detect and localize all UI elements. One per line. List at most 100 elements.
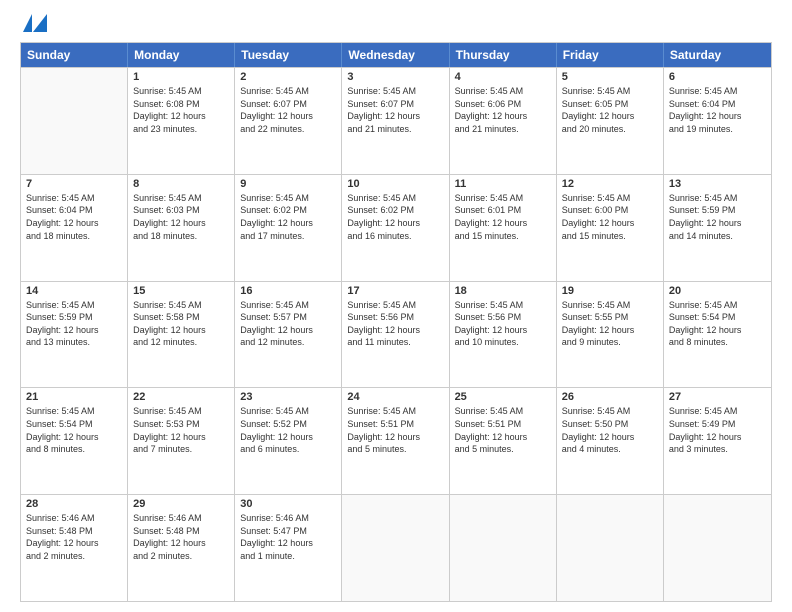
calendar-cell: 16 Sunrise: 5:45 AM Sunset: 5:57 PM Dayli… [235,282,342,388]
calendar-cell: 4 Sunrise: 5:45 AM Sunset: 6:06 PM Daylig… [450,68,557,174]
day-number: 29 [133,498,229,510]
day-info: Sunrise: 5:45 AM Sunset: 5:49 PM Dayligh… [669,405,766,455]
day-number: 14 [26,285,122,297]
calendar-cell: 20 Sunrise: 5:45 AM Sunset: 5:54 PM Dayli… [664,282,771,388]
day-number: 17 [347,285,443,297]
calendar-cell: 28 Sunrise: 5:46 AM Sunset: 5:48 PM Dayli… [21,495,128,601]
calendar: SundayMondayTuesdayWednesdayThursdayFrid… [20,42,772,602]
calendar-cell: 7 Sunrise: 5:45 AM Sunset: 6:04 PM Daylig… [21,175,128,281]
day-info: Sunrise: 5:45 AM Sunset: 5:54 PM Dayligh… [669,299,766,349]
calendar-row: 28 Sunrise: 5:46 AM Sunset: 5:48 PM Dayli… [21,494,771,601]
day-number: 3 [347,71,443,83]
day-info: Sunrise: 5:45 AM Sunset: 5:55 PM Dayligh… [562,299,658,349]
weekday-header: Sunday [21,43,128,67]
day-info: Sunrise: 5:45 AM Sunset: 6:06 PM Dayligh… [455,85,551,135]
day-info: Sunrise: 5:45 AM Sunset: 5:50 PM Dayligh… [562,405,658,455]
day-number: 19 [562,285,658,297]
day-number: 22 [133,391,229,403]
day-number: 15 [133,285,229,297]
logo-sail2-icon [33,14,47,32]
day-info: Sunrise: 5:45 AM Sunset: 5:59 PM Dayligh… [26,299,122,349]
calendar-cell: 25 Sunrise: 5:45 AM Sunset: 5:51 PM Dayli… [450,388,557,494]
calendar-cell [664,495,771,601]
calendar-cell: 19 Sunrise: 5:45 AM Sunset: 5:55 PM Dayli… [557,282,664,388]
calendar-body: 1 Sunrise: 5:45 AM Sunset: 6:08 PM Daylig… [21,67,771,601]
day-info: Sunrise: 5:45 AM Sunset: 6:02 PM Dayligh… [347,192,443,242]
day-number: 16 [240,285,336,297]
calendar-cell: 17 Sunrise: 5:45 AM Sunset: 5:56 PM Dayli… [342,282,449,388]
calendar-cell [557,495,664,601]
day-info: Sunrise: 5:45 AM Sunset: 5:52 PM Dayligh… [240,405,336,455]
day-number: 2 [240,71,336,83]
day-number: 12 [562,178,658,190]
day-number: 10 [347,178,443,190]
day-number: 21 [26,391,122,403]
calendar-cell: 14 Sunrise: 5:45 AM Sunset: 5:59 PM Dayli… [21,282,128,388]
day-info: Sunrise: 5:45 AM Sunset: 5:53 PM Dayligh… [133,405,229,455]
calendar-cell: 1 Sunrise: 5:45 AM Sunset: 6:08 PM Daylig… [128,68,235,174]
day-info: Sunrise: 5:45 AM Sunset: 6:05 PM Dayligh… [562,85,658,135]
day-number: 4 [455,71,551,83]
day-info: Sunrise: 5:45 AM Sunset: 6:03 PM Dayligh… [133,192,229,242]
weekday-header: Friday [557,43,664,67]
day-info: Sunrise: 5:45 AM Sunset: 6:04 PM Dayligh… [669,85,766,135]
day-info: Sunrise: 5:45 AM Sunset: 6:02 PM Dayligh… [240,192,336,242]
day-number: 1 [133,71,229,83]
day-info: Sunrise: 5:45 AM Sunset: 6:04 PM Dayligh… [26,192,122,242]
calendar-cell: 2 Sunrise: 5:45 AM Sunset: 6:07 PM Daylig… [235,68,342,174]
day-info: Sunrise: 5:45 AM Sunset: 5:51 PM Dayligh… [347,405,443,455]
calendar-cell: 10 Sunrise: 5:45 AM Sunset: 6:02 PM Dayli… [342,175,449,281]
calendar-cell: 29 Sunrise: 5:46 AM Sunset: 5:48 PM Dayli… [128,495,235,601]
day-info: Sunrise: 5:46 AM Sunset: 5:48 PM Dayligh… [26,512,122,562]
logo [20,16,47,34]
calendar-cell: 21 Sunrise: 5:45 AM Sunset: 5:54 PM Dayli… [21,388,128,494]
calendar-cell: 6Sunrise: 5:45 AM Sunset: 6:04 PM Daylig… [664,68,771,174]
day-info: Sunrise: 5:45 AM Sunset: 5:51 PM Dayligh… [455,405,551,455]
day-info: Sunrise: 5:45 AM Sunset: 6:07 PM Dayligh… [240,85,336,135]
day-number: 25 [455,391,551,403]
day-info: Sunrise: 5:45 AM Sunset: 6:01 PM Dayligh… [455,192,551,242]
calendar-cell: 22 Sunrise: 5:45 AM Sunset: 5:53 PM Dayli… [128,388,235,494]
calendar-cell [21,68,128,174]
weekday-header: Saturday [664,43,771,67]
calendar-cell: 24 Sunrise: 5:45 AM Sunset: 5:51 PM Dayli… [342,388,449,494]
day-info: Sunrise: 5:45 AM Sunset: 6:08 PM Dayligh… [133,85,229,135]
calendar-row: 1 Sunrise: 5:45 AM Sunset: 6:08 PM Daylig… [21,67,771,174]
page: SundayMondayTuesdayWednesdayThursdayFrid… [0,0,792,612]
day-info: Sunrise: 5:45 AM Sunset: 5:58 PM Dayligh… [133,299,229,349]
day-number: 23 [240,391,336,403]
day-info: Sunrise: 5:45 AM Sunset: 6:00 PM Dayligh… [562,192,658,242]
calendar-cell: 27Sunrise: 5:45 AM Sunset: 5:49 PM Dayli… [664,388,771,494]
calendar-cell: 23 Sunrise: 5:45 AM Sunset: 5:52 PM Dayli… [235,388,342,494]
weekday-header: Monday [128,43,235,67]
calendar-cell: 12 Sunrise: 5:45 AM Sunset: 6:00 PM Dayli… [557,175,664,281]
weekday-header: Wednesday [342,43,449,67]
day-number: 26 [562,391,658,403]
day-number: 24 [347,391,443,403]
day-info: Sunrise: 5:46 AM Sunset: 5:48 PM Dayligh… [133,512,229,562]
weekday-header: Thursday [450,43,557,67]
day-number: 30 [240,498,336,510]
logo-sail-icon [23,14,32,32]
calendar-cell: 13Sunrise: 5:45 AM Sunset: 5:59 PM Dayli… [664,175,771,281]
calendar-header: SundayMondayTuesdayWednesdayThursdayFrid… [21,43,771,67]
calendar-cell: 15 Sunrise: 5:45 AM Sunset: 5:58 PM Dayli… [128,282,235,388]
calendar-row: 21 Sunrise: 5:45 AM Sunset: 5:54 PM Dayli… [21,387,771,494]
day-info: Sunrise: 5:46 AM Sunset: 5:47 PM Dayligh… [240,512,336,562]
day-info: Sunrise: 5:45 AM Sunset: 5:57 PM Dayligh… [240,299,336,349]
day-number: 28 [26,498,122,510]
day-info: Sunrise: 5:45 AM Sunset: 5:56 PM Dayligh… [347,299,443,349]
day-number: 7 [26,178,122,190]
day-info: Sunrise: 5:45 AM Sunset: 5:54 PM Dayligh… [26,405,122,455]
calendar-cell: 3Sunrise: 5:45 AM Sunset: 6:07 PM Daylig… [342,68,449,174]
calendar-cell: 8Sunrise: 5:45 AM Sunset: 6:03 PM Daylig… [128,175,235,281]
calendar-cell: 11 Sunrise: 5:45 AM Sunset: 6:01 PM Dayli… [450,175,557,281]
calendar-cell [450,495,557,601]
day-number: 20 [669,285,766,297]
day-number: 9 [240,178,336,190]
weekday-header: Tuesday [235,43,342,67]
calendar-cell: 5Sunrise: 5:45 AM Sunset: 6:05 PM Daylig… [557,68,664,174]
calendar-cell [342,495,449,601]
day-number: 11 [455,178,551,190]
day-number: 18 [455,285,551,297]
